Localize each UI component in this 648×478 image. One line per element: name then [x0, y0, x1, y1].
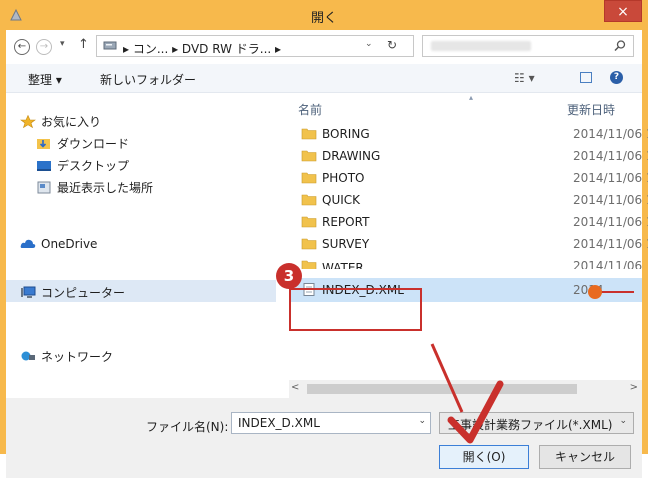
- up-button[interactable]: ↑: [78, 37, 89, 52]
- organize-button[interactable]: 整理 ▾: [28, 71, 62, 88]
- forward-button[interactable]: →: [36, 39, 52, 55]
- file-row-water[interactable]: WATER 2014/11/06 1: [289, 255, 642, 269]
- file-name: SURVEY: [322, 237, 370, 251]
- step-badge: 3: [276, 263, 302, 289]
- nav-item-label: コンピューター: [41, 286, 126, 300]
- folder-icon: [301, 238, 317, 250]
- network-icon: [21, 351, 35, 361]
- drive-icon: [103, 41, 117, 50]
- dialog-client: ← → ▾ ↑ ▸ コン... ▸ DVD RW ドラ... ▸ ⌄ ↻ 整理 …: [6, 30, 648, 478]
- folder-icon: [301, 260, 317, 269]
- computer-icon: [21, 286, 36, 298]
- nav-item-onedrive[interactable]: OneDrive: [20, 237, 97, 251]
- nav-item-label: OneDrive: [41, 237, 98, 251]
- dialog-footer: ファイル名(N): INDEX_D.XML ⌄ 工事設計業務ファイル(*.XML…: [6, 398, 642, 478]
- file-name: BORING: [322, 127, 370, 141]
- address-bar[interactable]: ▸ コン... ▸ DVD RW ドラ... ▸ ⌄ ↻: [96, 35, 414, 57]
- file-name: DRAWING: [322, 149, 381, 163]
- file-row-drawing[interactable]: DRAWING 2014/11/06 1: [289, 145, 648, 167]
- close-button[interactable]: ×: [604, 0, 642, 22]
- star-icon: [20, 115, 36, 128]
- horizontal-scrollbar[interactable]: < >: [289, 380, 642, 398]
- command-bar: 整理 ▾ 新しいフォルダー ☷ ▾ ?: [6, 64, 642, 93]
- folder-icon: [301, 194, 317, 206]
- file-row-report[interactable]: REPORT 2014/11/06 1: [289, 211, 648, 233]
- file-date: 2014/11/06 1: [573, 215, 648, 229]
- nav-item-computer[interactable]: コンピューター: [20, 284, 125, 301]
- refresh-icon[interactable]: ↻: [387, 38, 397, 52]
- preview-pane-icon[interactable]: [580, 72, 592, 83]
- search-placeholder: [431, 41, 531, 51]
- file-name: PHOTO: [322, 171, 365, 185]
- title-bar[interactable]: 開く ×: [0, 0, 648, 30]
- navigation-pane: お気に入り ダウンロード デスクトップ 最近表示した場所 OneDrive コン…: [6, 93, 276, 379]
- file-row-quick[interactable]: QUICK 2014/11/06 1: [289, 189, 648, 211]
- window-title: 開く: [310, 11, 337, 26]
- nav-item-label: ダウンロード: [57, 137, 130, 151]
- folder-icon: [301, 172, 317, 184]
- nav-item-label: お気に入り: [41, 115, 102, 129]
- search-icon: [614, 40, 626, 52]
- file-date: 2014/11/06 1: [573, 259, 642, 269]
- filetype-value: 工事設計業務ファイル(*.XML): [448, 418, 613, 432]
- file-row-survey[interactable]: SURVEY 2014/11/06 1: [289, 233, 648, 255]
- nav-item-downloads[interactable]: ダウンロード: [36, 135, 129, 152]
- change-view-button[interactable]: ☷ ▾: [514, 71, 535, 85]
- scroll-thumb[interactable]: [307, 384, 577, 394]
- desktop-icon: [37, 161, 51, 171]
- help-icon[interactable]: ?: [610, 71, 623, 84]
- filetype-select[interactable]: 工事設計業務ファイル(*.XML) ⌄: [439, 412, 634, 434]
- scroll-right-arrow[interactable]: >: [630, 382, 638, 393]
- file-list: 名前 ▴ 更新日時 BORING 2014/11/06 1 DRAWING 20…: [289, 93, 648, 379]
- filename-field[interactable]: INDEX_D.XML ⌄: [231, 412, 431, 434]
- file-name: REPORT: [322, 215, 370, 229]
- filename-dropdown-icon[interactable]: ⌄: [418, 416, 426, 426]
- recent-places-icon: [37, 181, 51, 194]
- column-header-name[interactable]: 名前: [298, 101, 322, 118]
- search-input[interactable]: [422, 35, 634, 57]
- file-date: 2014/11/06 1: [573, 193, 648, 207]
- cancel-button[interactable]: キャンセル: [539, 445, 631, 469]
- file-name: WATER: [322, 261, 364, 269]
- new-folder-button[interactable]: 新しいフォルダー: [100, 71, 196, 88]
- nav-item-recent-places[interactable]: 最近表示した場所: [36, 179, 153, 196]
- nav-item-favorites[interactable]: お気に入り: [20, 113, 101, 130]
- download-folder-icon: [37, 139, 50, 149]
- file-name: QUICK: [322, 193, 361, 207]
- file-row-photo[interactable]: PHOTO 2014/11/06 1: [289, 167, 648, 189]
- annotation-pointer-dot: [588, 285, 602, 299]
- scroll-left-arrow[interactable]: <: [291, 382, 299, 393]
- address-row: ← → ▾ ↑ ▸ コン... ▸ DVD RW ドラ... ▸ ⌄ ↻: [6, 30, 642, 64]
- file-date: 2014/11/06 1: [573, 237, 648, 251]
- column-header-date[interactable]: 更新日時: [567, 101, 615, 118]
- back-button[interactable]: ←: [14, 39, 30, 55]
- folder-icon: [301, 150, 317, 162]
- onedrive-icon: [20, 239, 36, 248]
- folder-icon: [301, 216, 317, 228]
- nav-item-desktop[interactable]: デスクトップ: [36, 157, 129, 174]
- address-breadcrumb[interactable]: ▸ コン... ▸ DVD RW ドラ... ▸: [123, 40, 281, 57]
- sort-arrow-icon: ▴: [469, 93, 474, 102]
- address-dropdown-icon[interactable]: ⌄: [365, 39, 373, 49]
- filetype-dropdown-icon: ⌄: [619, 416, 627, 426]
- open-file-dialog: 開く × ← → ▾ ↑ ▸ コン... ▸ DVD RW ドラ... ▸ ⌄ …: [0, 0, 648, 478]
- open-button[interactable]: 開く(O): [439, 445, 529, 469]
- recent-locations-dropdown[interactable]: ▾: [60, 39, 65, 49]
- file-date: 2014/11/06 1: [573, 149, 648, 163]
- nav-item-label: 最近表示した場所: [57, 181, 154, 195]
- nav-item-network[interactable]: ネットワーク: [20, 348, 113, 365]
- folder-icon: [301, 128, 317, 140]
- filename-value: INDEX_D.XML: [238, 416, 320, 430]
- file-row-boring[interactable]: BORING 2014/11/06 1: [289, 123, 648, 145]
- file-date: 2014/11/06 1: [573, 171, 648, 185]
- filename-label: ファイル名(N):: [146, 420, 229, 434]
- nav-item-label: ネットワーク: [41, 350, 114, 364]
- nav-item-label: デスクトップ: [57, 159, 130, 173]
- file-date: 2014/11/06 1: [573, 127, 648, 141]
- highlight-box: [289, 288, 422, 331]
